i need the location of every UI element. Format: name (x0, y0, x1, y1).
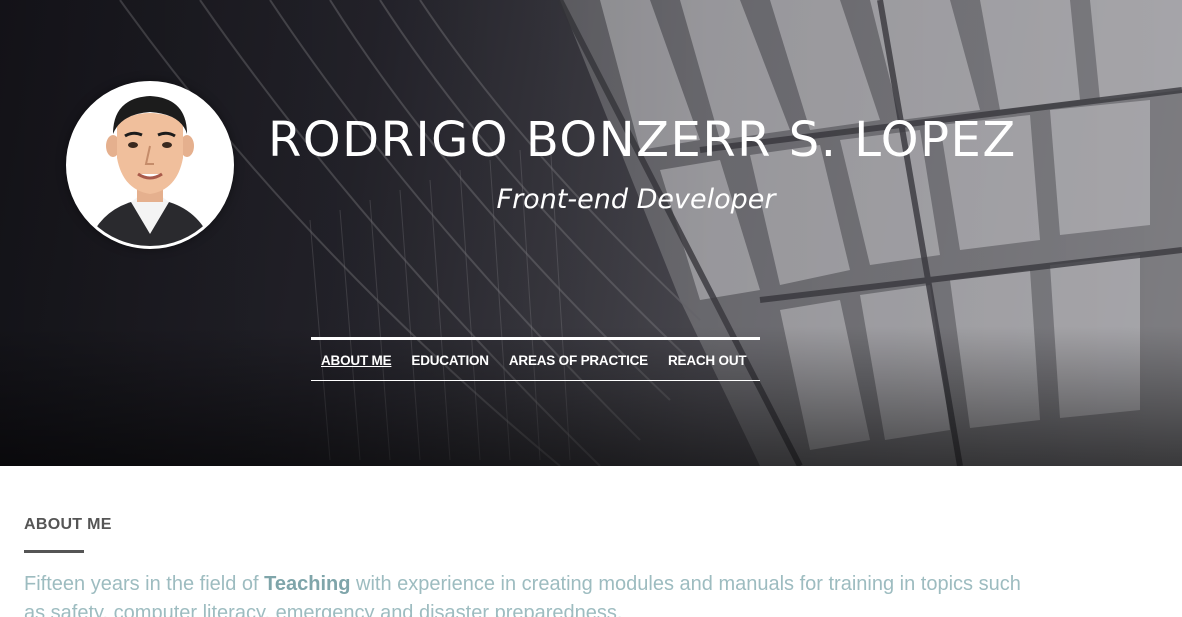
profile-avatar (66, 81, 234, 249)
profile-role: Front-end Developer (496, 184, 776, 215)
nav-item-about-me[interactable]: ABOUT ME (321, 353, 392, 368)
about-paragraph: Fifteen years in the field of Teaching w… (24, 570, 1044, 617)
nav-item-education[interactable]: EDUCATION (411, 353, 489, 368)
nav-item-reach-out[interactable]: REACH OUT (668, 353, 747, 368)
section-divider (24, 550, 84, 553)
profile-name: RODRIGO BONZERR S. LOPEZ (268, 112, 1017, 168)
about-text-highlight: Teaching (264, 573, 351, 595)
section-title-about: ABOUT ME (24, 516, 112, 533)
developer-avatar-icon (69, 84, 231, 246)
nav-item-areas-of-practice[interactable]: AREAS OF PRACTICE (509, 353, 648, 368)
main-nav: ABOUT ME EDUCATION AREAS OF PRACTICE REA… (311, 337, 760, 381)
about-text-lead: Fifteen years in the field of (24, 573, 265, 595)
hero-banner: RODRIGO BONZERR S. LOPEZ Front-end Devel… (0, 0, 1182, 466)
